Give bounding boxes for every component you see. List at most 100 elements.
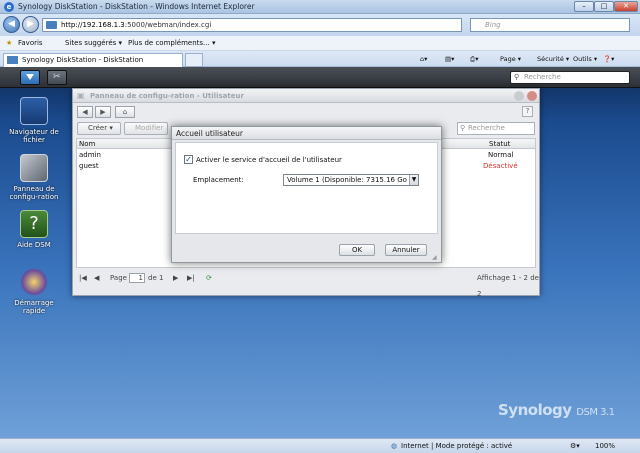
forward-button[interactable]: ▶ [22, 16, 39, 33]
control-panel-icon: ▣ [77, 91, 85, 100]
synology-tab-icon [7, 56, 18, 64]
create-button[interactable]: Créer ▾ [77, 122, 121, 135]
close-button[interactable]: ✕ [614, 1, 638, 12]
cp-home-button[interactable]: ⌂ [115, 106, 135, 118]
globe-icon: ◍ [391, 442, 398, 450]
synology-logo: Synology DSM 3.1 [498, 401, 615, 419]
desktop-icon-label: Navigateur de fichier [9, 128, 59, 144]
desktop-icon-label: Aide DSM [17, 241, 51, 249]
cp-search-input[interactable]: ⚲ Recherche [457, 122, 535, 135]
new-tab-button[interactable] [185, 53, 203, 67]
search-icon: ⚲ [460, 124, 466, 132]
cancel-button[interactable]: Annuler [385, 244, 427, 256]
page-label: Page [110, 274, 127, 282]
bing-placeholder: Bing [485, 21, 501, 29]
chevron-down-icon: ▼ [409, 175, 418, 185]
address-path: :5000/webman/index.cgi [124, 21, 212, 29]
favoris-button[interactable]: Favoris [18, 39, 43, 47]
cp-back-button[interactable]: ◀ [77, 106, 93, 118]
row-status: Normal [488, 151, 514, 159]
row-name: guest [79, 162, 99, 170]
address-host: http://192.168.1.3 [61, 21, 125, 29]
cp-search-placeholder: Recherche [468, 124, 505, 132]
main-menu-button[interactable] [20, 70, 40, 85]
control-panel-title: Panneau de configu-ration - Utilisateur [90, 92, 244, 100]
help-menu[interactable]: ❓▾ [603, 55, 614, 63]
column-name[interactable]: Nom [79, 140, 95, 148]
modify-label: Modifier [135, 124, 164, 132]
zoom-level[interactable]: 100% [595, 442, 615, 450]
enable-home-label: Activer le service d'accueil de l'utilis… [196, 156, 342, 164]
desktop-icon-quick-start[interactable]: Démarrage rapide [4, 268, 64, 315]
cp-forward-button[interactable]: ▶ [95, 106, 111, 118]
first-page-icon[interactable]: |◀ [79, 270, 87, 286]
site-icon [46, 21, 57, 29]
tab-title: Synology DiskStation - DiskStation [22, 56, 144, 64]
window-titlebar: e Synology DiskStation - DiskStation - W… [0, 0, 640, 14]
page-input[interactable]: 1 [129, 273, 145, 283]
column-status[interactable]: Statut [489, 140, 510, 148]
create-label: Créer [88, 124, 108, 132]
ok-button[interactable]: OK [339, 244, 375, 256]
maximize-button[interactable]: □ [594, 1, 614, 12]
back-button[interactable]: ◀ [3, 16, 20, 33]
security-zone[interactable]: Internet | Mode protégé : activé [401, 442, 512, 450]
next-page-icon[interactable]: ▶ [173, 270, 178, 286]
user-home-dialog: Accueil utilisateur ✓ Activer le service… [171, 126, 442, 263]
page-menu[interactable]: Page ▾ [500, 55, 521, 63]
window-close-icon[interactable] [527, 91, 537, 101]
folder-search-icon [20, 97, 48, 125]
address-bar[interactable]: http://192.168.1.3:5000/webman/index.cgi [42, 18, 462, 32]
security-menu[interactable]: Sécurité ▾ [537, 55, 569, 63]
tools-menu[interactable]: Outils ▾ [573, 55, 597, 63]
help-icon[interactable]: ? [522, 106, 533, 117]
page-total: de 1 [148, 274, 164, 282]
print-icon[interactable]: ⎙▾ [470, 55, 478, 64]
row-name: admin [79, 151, 101, 159]
minimize-button[interactable]: – [574, 1, 594, 12]
home-icon[interactable]: ⌂▾ [420, 55, 427, 63]
desktop-icon-label: Démarrage rapide [14, 299, 54, 315]
location-label: Emplacement: [193, 176, 244, 184]
modify-button[interactable]: Modifier [124, 122, 168, 135]
desktop-icon-control-panel[interactable]: Panneau de configu-ration [4, 154, 64, 201]
dialog-body: ✓ Activer le service d'accueil de l'util… [175, 142, 438, 234]
desktop-icon-file-browser[interactable]: Navigateur de fichier [4, 97, 64, 144]
window-minimize-icon[interactable] [514, 91, 524, 101]
dsm-search-input[interactable]: ⚲ Recherche [510, 71, 630, 84]
star-icon: ★ [6, 39, 13, 47]
tools-icon: ✂ [53, 72, 61, 82]
more-addons-link[interactable]: Plus de compléments... ▾ [128, 39, 215, 47]
location-value: Volume 1 (Disponible: 7315.16 Go ) [287, 176, 412, 184]
magic-wand-icon [20, 268, 48, 296]
logo-product: DSM 3.1 [576, 407, 615, 418]
enable-home-checkbox[interactable]: ✓ [184, 155, 193, 164]
dialog-title: Accueil utilisateur [172, 127, 441, 140]
ie-navbar: ◀ ▶ http://192.168.1.3:5000/webman/index… [0, 14, 640, 36]
prev-page-icon[interactable]: ◀ [94, 270, 99, 286]
row-status: Désactivé [483, 162, 518, 170]
control-panel-taskbar-button[interactable]: ✂ [47, 70, 67, 85]
desktop-icon-help[interactable]: ? Aide DSM [4, 210, 64, 249]
logo-brand: Synology [498, 401, 572, 419]
window-title: Synology DiskStation - DiskStation - Win… [18, 2, 255, 11]
suggested-sites-link[interactable]: Sites suggérés ▾ [65, 39, 122, 47]
desktop-icon-label: Panneau de configu-ration [9, 185, 59, 201]
control-panel-header: ▣ Panneau de configu-ration - Utilisateu… [73, 89, 539, 103]
pager: |◀ ◀ Page 1 de 1 ▶ ▶| ⟳ Affichage 1 - 2 … [73, 270, 539, 298]
favorites-bar: ★ Favoris Sites suggérés ▾ Plus de compl… [0, 36, 640, 51]
tab-bar: Synology DiskStation - DiskStation ⌂▾ ▤▾… [0, 51, 640, 67]
refresh-icon[interactable]: ⟳ [206, 270, 212, 286]
protected-mode-icon: ⚙▾ [570, 442, 580, 450]
dsm-search-placeholder: Recherche [524, 73, 561, 81]
tab-synology[interactable]: Synology DiskStation - DiskStation [3, 53, 183, 67]
help-book-icon: ? [20, 210, 48, 238]
tools-icon [20, 154, 48, 182]
feeds-icon[interactable]: ▤▾ [445, 55, 454, 63]
display-count: Affichage 1 - 2 de 2 [477, 274, 539, 298]
location-select[interactable]: Volume 1 (Disponible: 7315.16 Go ) ▼ [283, 174, 419, 186]
resize-handle-icon[interactable]: ◢ [432, 254, 437, 261]
ie-statusbar: ◍ Internet | Mode protégé : activé ⚙▾ 10… [0, 438, 640, 453]
last-page-icon[interactable]: ▶| [187, 270, 195, 286]
bing-search-input[interactable]: Bing [470, 18, 630, 32]
